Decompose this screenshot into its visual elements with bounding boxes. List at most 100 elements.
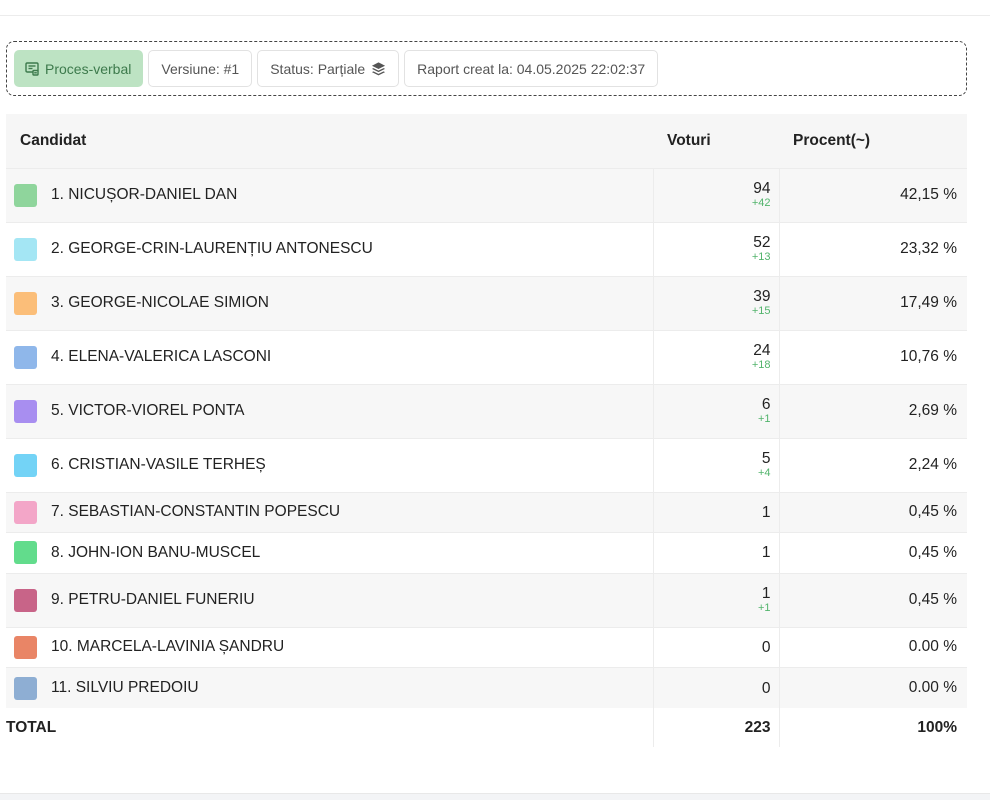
table-row: 8. JOHN-ION BANU-MUSCEL 1 0,45 % [6, 532, 967, 574]
total-percent: 100% [917, 718, 957, 736]
document-stamp-icon [24, 61, 40, 77]
candidate-color-swatch [14, 399, 37, 423]
results-table: Candidat Voturi Procent(~) 1. NICUȘOR-DA… [6, 114, 967, 747]
candidate-cell: 6. CRISTIAN-VASILE TERHEȘ [6, 438, 653, 492]
votes-cell: 94 +42 [652, 168, 780, 222]
candidate-name: 6. CRISTIAN-VASILE TERHEȘ [51, 456, 266, 473]
percent-cell: 42,15 % [900, 186, 957, 203]
layers-icon [371, 61, 386, 76]
candidate-name: 2. GEORGE-CRIN-LAURENȚIU ANTONESCU [51, 240, 373, 257]
report-created-chip[interactable]: Raport creat la: 04.05.2025 22:02:37 [404, 50, 659, 87]
candidate-name: 5. VICTOR-VIOREL PONTA [51, 402, 245, 419]
percent-cell: 2,24 % [908, 456, 957, 473]
version-label: Versiune: #1 [161, 60, 240, 77]
candidate-color-swatch [14, 237, 37, 261]
candidate-cell: 2. GEORGE-CRIN-LAURENȚIU ANTONESCU [6, 222, 653, 276]
candidate-name: 8. JOHN-ION BANU-MUSCEL [51, 543, 261, 561]
candidate-name: 9. PETRU-DANIEL FUNERIU [51, 591, 255, 608]
header-percent[interactable]: Procent(~) [779, 114, 967, 168]
percent-cell: 2,69 % [908, 402, 957, 419]
header-votes[interactable]: Voturi [653, 114, 779, 168]
candidate-color-swatch [14, 635, 37, 659]
votes-cell: 1 +1 [652, 573, 780, 627]
percent-cell: 0,45 % [908, 503, 957, 521]
proces-verbal-label: Proces-verbal [45, 60, 132, 77]
vote-count: 6 [761, 396, 771, 413]
vote-count: 0 [761, 679, 771, 697]
votes-cell: 1 [652, 532, 780, 573]
percent-cell: 0.00 % [908, 638, 957, 656]
vote-delta: +13 [751, 251, 771, 263]
candidate-cell: 3. GEORGE-NICOLAE SIMION [6, 276, 653, 330]
votes-cell: 24 +18 [652, 330, 780, 384]
status-chip[interactable]: Status: Parțiale [257, 50, 400, 87]
candidate-color-swatch [14, 541, 37, 565]
vote-delta: +18 [751, 359, 771, 371]
status-label: Status: Parțiale [270, 60, 366, 77]
vote-count: 39 [753, 288, 771, 305]
percent-cell: 17,49 % [900, 294, 957, 311]
candidate-color-swatch [14, 183, 37, 207]
percent-cell: 0.00 % [908, 679, 957, 696]
vote-count: 94 [753, 180, 771, 197]
votes-cell: 0 [652, 667, 780, 708]
table-row: 6. CRISTIAN-VASILE TERHEȘ 5 +4 2,24 % [6, 438, 967, 492]
candidate-cell: 1. NICUȘOR-DANIEL DAN [6, 168, 653, 222]
candidate-name: 4. ELENA-VALERICA LASCONI [51, 348, 272, 365]
votes-cell: 0 [652, 627, 780, 668]
table-row: 9. PETRU-DANIEL FUNERIU 1 +1 0,45 % [6, 573, 967, 627]
votes-cell: 39 +15 [652, 276, 780, 330]
candidate-cell: 5. VICTOR-VIOREL PONTA [6, 384, 653, 438]
candidate-name: 7. SEBASTIAN-CONSTANTIN POPESCU [51, 503, 341, 521]
table-row: 10. MARCELA-LAVINIA ȘANDRU 0 0.00 % [6, 627, 967, 668]
candidate-color-swatch [14, 345, 37, 369]
total-row: TOTAL 223 100% [6, 708, 967, 747]
total-label: TOTAL [6, 718, 57, 736]
report-toolbar: Proces-verbal Versiune: #1 Status: Parți… [6, 41, 967, 96]
table-row: 7. SEBASTIAN-CONSTANTIN POPESCU 1 0,45 % [6, 492, 967, 533]
candidate-color-swatch [14, 453, 37, 477]
percent-cell: 0,45 % [908, 591, 957, 608]
vote-delta: +1 [757, 413, 771, 425]
report-created-label: Raport creat la: 04.05.2025 22:02:37 [417, 60, 646, 77]
vote-delta: +15 [751, 305, 771, 317]
vote-count: 52 [753, 234, 771, 251]
votes-cell: 1 [652, 492, 780, 533]
proces-verbal-button[interactable]: Proces-verbal [14, 50, 144, 87]
header-candidate[interactable]: Candidat [6, 114, 653, 168]
vote-delta: +42 [751, 197, 771, 209]
candidate-cell: 10. MARCELA-LAVINIA ȘANDRU [6, 627, 653, 668]
votes-cell: 52 +13 [652, 222, 780, 276]
candidate-cell: 9. PETRU-DANIEL FUNERIU [6, 573, 653, 627]
table-row: 3. GEORGE-NICOLAE SIMION 39 +15 17,49 % [6, 276, 967, 330]
votes-cell: 6 +1 [652, 384, 780, 438]
vote-count: 24 [753, 342, 771, 359]
vote-count: 5 [761, 450, 771, 467]
candidate-color-swatch [14, 291, 37, 315]
vote-count: 1 [761, 585, 771, 602]
candidate-name: 11. SILVIU PREDOIU [51, 679, 199, 696]
results-body: 1. NICUȘOR-DANIEL DAN 94 +42 42,15 % 2. GEOR… [6, 168, 967, 708]
percent-cell: 10,76 % [900, 348, 957, 365]
version-chip[interactable]: Versiune: #1 [148, 50, 253, 87]
candidate-name: 10. MARCELA-LAVINIA ȘANDRU [51, 638, 285, 656]
table-row: 11. SILVIU PREDOIU 0 0.00 % [6, 667, 967, 709]
top-divider [0, 15, 990, 16]
candidate-color-swatch [14, 676, 37, 700]
table-row: 4. ELENA-VALERICA LASCONI 24 +18 10,76 % [6, 330, 967, 384]
table-row: 5. VICTOR-VIOREL PONTA 6 +1 2,69 % [6, 384, 967, 438]
footer-band [0, 793, 990, 800]
total-votes: 223 [652, 708, 780, 747]
candidate-cell: 8. JOHN-ION BANU-MUSCEL [6, 533, 653, 574]
candidate-cell: 4. ELENA-VALERICA LASCONI [6, 330, 653, 384]
vote-count: 1 [761, 503, 771, 521]
candidate-name: 3. GEORGE-NICOLAE SIMION [51, 294, 269, 311]
candidate-cell: 11. SILVIU PREDOIU [6, 668, 653, 709]
votes-cell: 5 +4 [652, 438, 780, 492]
candidate-color-swatch [14, 588, 37, 612]
table-row: 2. GEORGE-CRIN-LAURENȚIU ANTONESCU 52 +13 2… [6, 222, 967, 276]
percent-cell: 23,32 % [900, 240, 957, 257]
vote-count: 1 [761, 544, 771, 562]
candidate-color-swatch [14, 500, 37, 524]
vote-delta: +4 [757, 467, 771, 479]
